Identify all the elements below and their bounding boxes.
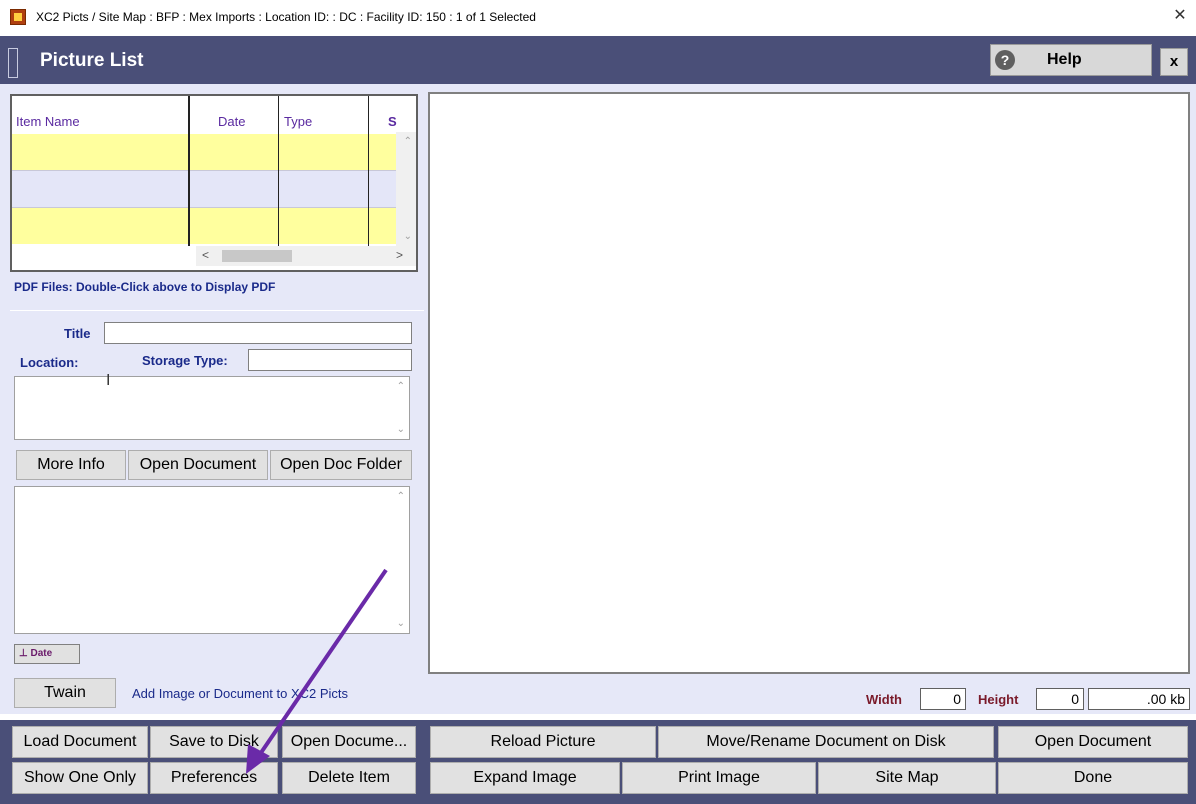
close-button[interactable]: x (1160, 48, 1188, 76)
notes-textarea[interactable]: ⌃ ⌄ (14, 486, 410, 634)
pdf-hint: PDF Files: Double-Click above to Display… (14, 280, 276, 294)
chevron-up-icon[interactable]: ⌃ (404, 136, 412, 147)
more-info-button[interactable]: More Info (16, 450, 126, 480)
column-divider (368, 96, 369, 246)
window-close-button[interactable]: ✕ (1170, 5, 1190, 27)
page-title: Picture List (40, 50, 144, 71)
size-field: .00 kb (1088, 688, 1190, 710)
image-preview-area[interactable] (428, 92, 1190, 674)
column-header-type[interactable]: Type (284, 114, 312, 129)
expand-image-button[interactable]: Expand Image (430, 762, 620, 794)
app-header: Picture List ? Help x (0, 36, 1196, 84)
width-label: Width (866, 692, 902, 707)
show-one-only-button[interactable]: Show One Only (12, 762, 148, 794)
column-header-item-name[interactable]: Item Name (16, 114, 80, 129)
location-label: Location: (20, 355, 79, 370)
header-grip (8, 48, 18, 78)
delete-item-button[interactable]: Delete Item (282, 762, 416, 794)
storage-type-label: Storage Type: (142, 353, 228, 368)
open-document-bottom-button[interactable]: Open Document (998, 726, 1188, 758)
scroll-left-icon[interactable]: < (202, 248, 209, 262)
table-row[interactable] (12, 170, 396, 208)
text-cursor-icon: Ι (106, 372, 111, 389)
column-divider (188, 96, 190, 246)
chevron-up-icon[interactable]: ⌃ (397, 491, 405, 502)
column-header-s[interactable]: S (388, 114, 397, 129)
site-map-button[interactable]: Site Map (818, 762, 996, 794)
title-input[interactable] (104, 322, 412, 344)
height-field: 0 (1036, 688, 1084, 710)
app-icon (10, 9, 26, 25)
date-button[interactable]: ⊥ Date (14, 644, 80, 664)
window-titlebar: XC2 Picts / Site Map : BFP : Mex Imports… (0, 0, 1196, 34)
title-label: Title (64, 326, 91, 341)
date-button-label: Date (30, 648, 53, 659)
chevron-down-icon[interactable]: ⌄ (397, 424, 405, 435)
help-button[interactable]: ? Help (990, 44, 1152, 76)
move-rename-document-button[interactable]: Move/Rename Document on Disk (658, 726, 994, 758)
scroll-right-icon[interactable]: > (396, 248, 403, 262)
open-document-ellipsis-button[interactable]: Open Docume... (282, 726, 416, 758)
preferences-button[interactable]: Preferences (150, 762, 278, 794)
stamp-icon: ⊥ (19, 648, 28, 659)
height-label: Height (978, 692, 1019, 707)
chevron-down-icon[interactable]: ⌄ (397, 618, 405, 629)
print-image-button[interactable]: Print Image (622, 762, 816, 794)
table-row[interactable] (12, 134, 396, 170)
twain-button[interactable]: Twain (14, 678, 116, 708)
open-doc-folder-button[interactable]: Open Doc Folder (270, 450, 412, 480)
reload-picture-button[interactable]: Reload Picture (430, 726, 656, 758)
width-field: 0 (920, 688, 966, 710)
location-textarea[interactable]: ⌃ ⌄ (14, 376, 410, 440)
table-row[interactable] (12, 208, 396, 244)
add-image-hint: Add Image or Document to XC2 Picts (132, 686, 349, 701)
column-header-date[interactable]: Date (218, 114, 245, 129)
help-label: Help (1047, 51, 1082, 68)
divider (10, 310, 426, 311)
window-title: XC2 Picts / Site Map : BFP : Mex Imports… (36, 10, 536, 24)
scroll-thumb[interactable] (222, 250, 292, 262)
done-button[interactable]: Done (998, 762, 1188, 794)
chevron-down-icon[interactable]: ⌄ (404, 231, 412, 242)
grid-vertical-scrollbar[interactable]: ⌃ ⌄ (396, 132, 416, 246)
picture-grid[interactable]: Item Name Date Type S ⌃ ⌄ < > (10, 94, 418, 272)
open-document-button[interactable]: Open Document (128, 450, 268, 480)
question-icon: ? (995, 50, 1015, 70)
chevron-up-icon[interactable]: ⌃ (397, 381, 405, 392)
grid-horizontal-scrollbar[interactable]: < > (196, 246, 416, 266)
save-to-disk-button[interactable]: Save to Disk (150, 726, 278, 758)
load-document-button[interactable]: Load Document (12, 726, 148, 758)
bottom-toolbar: Load Document Save to Disk Open Docume..… (0, 720, 1196, 804)
column-divider (278, 96, 279, 246)
storage-type-input[interactable] (248, 349, 412, 371)
